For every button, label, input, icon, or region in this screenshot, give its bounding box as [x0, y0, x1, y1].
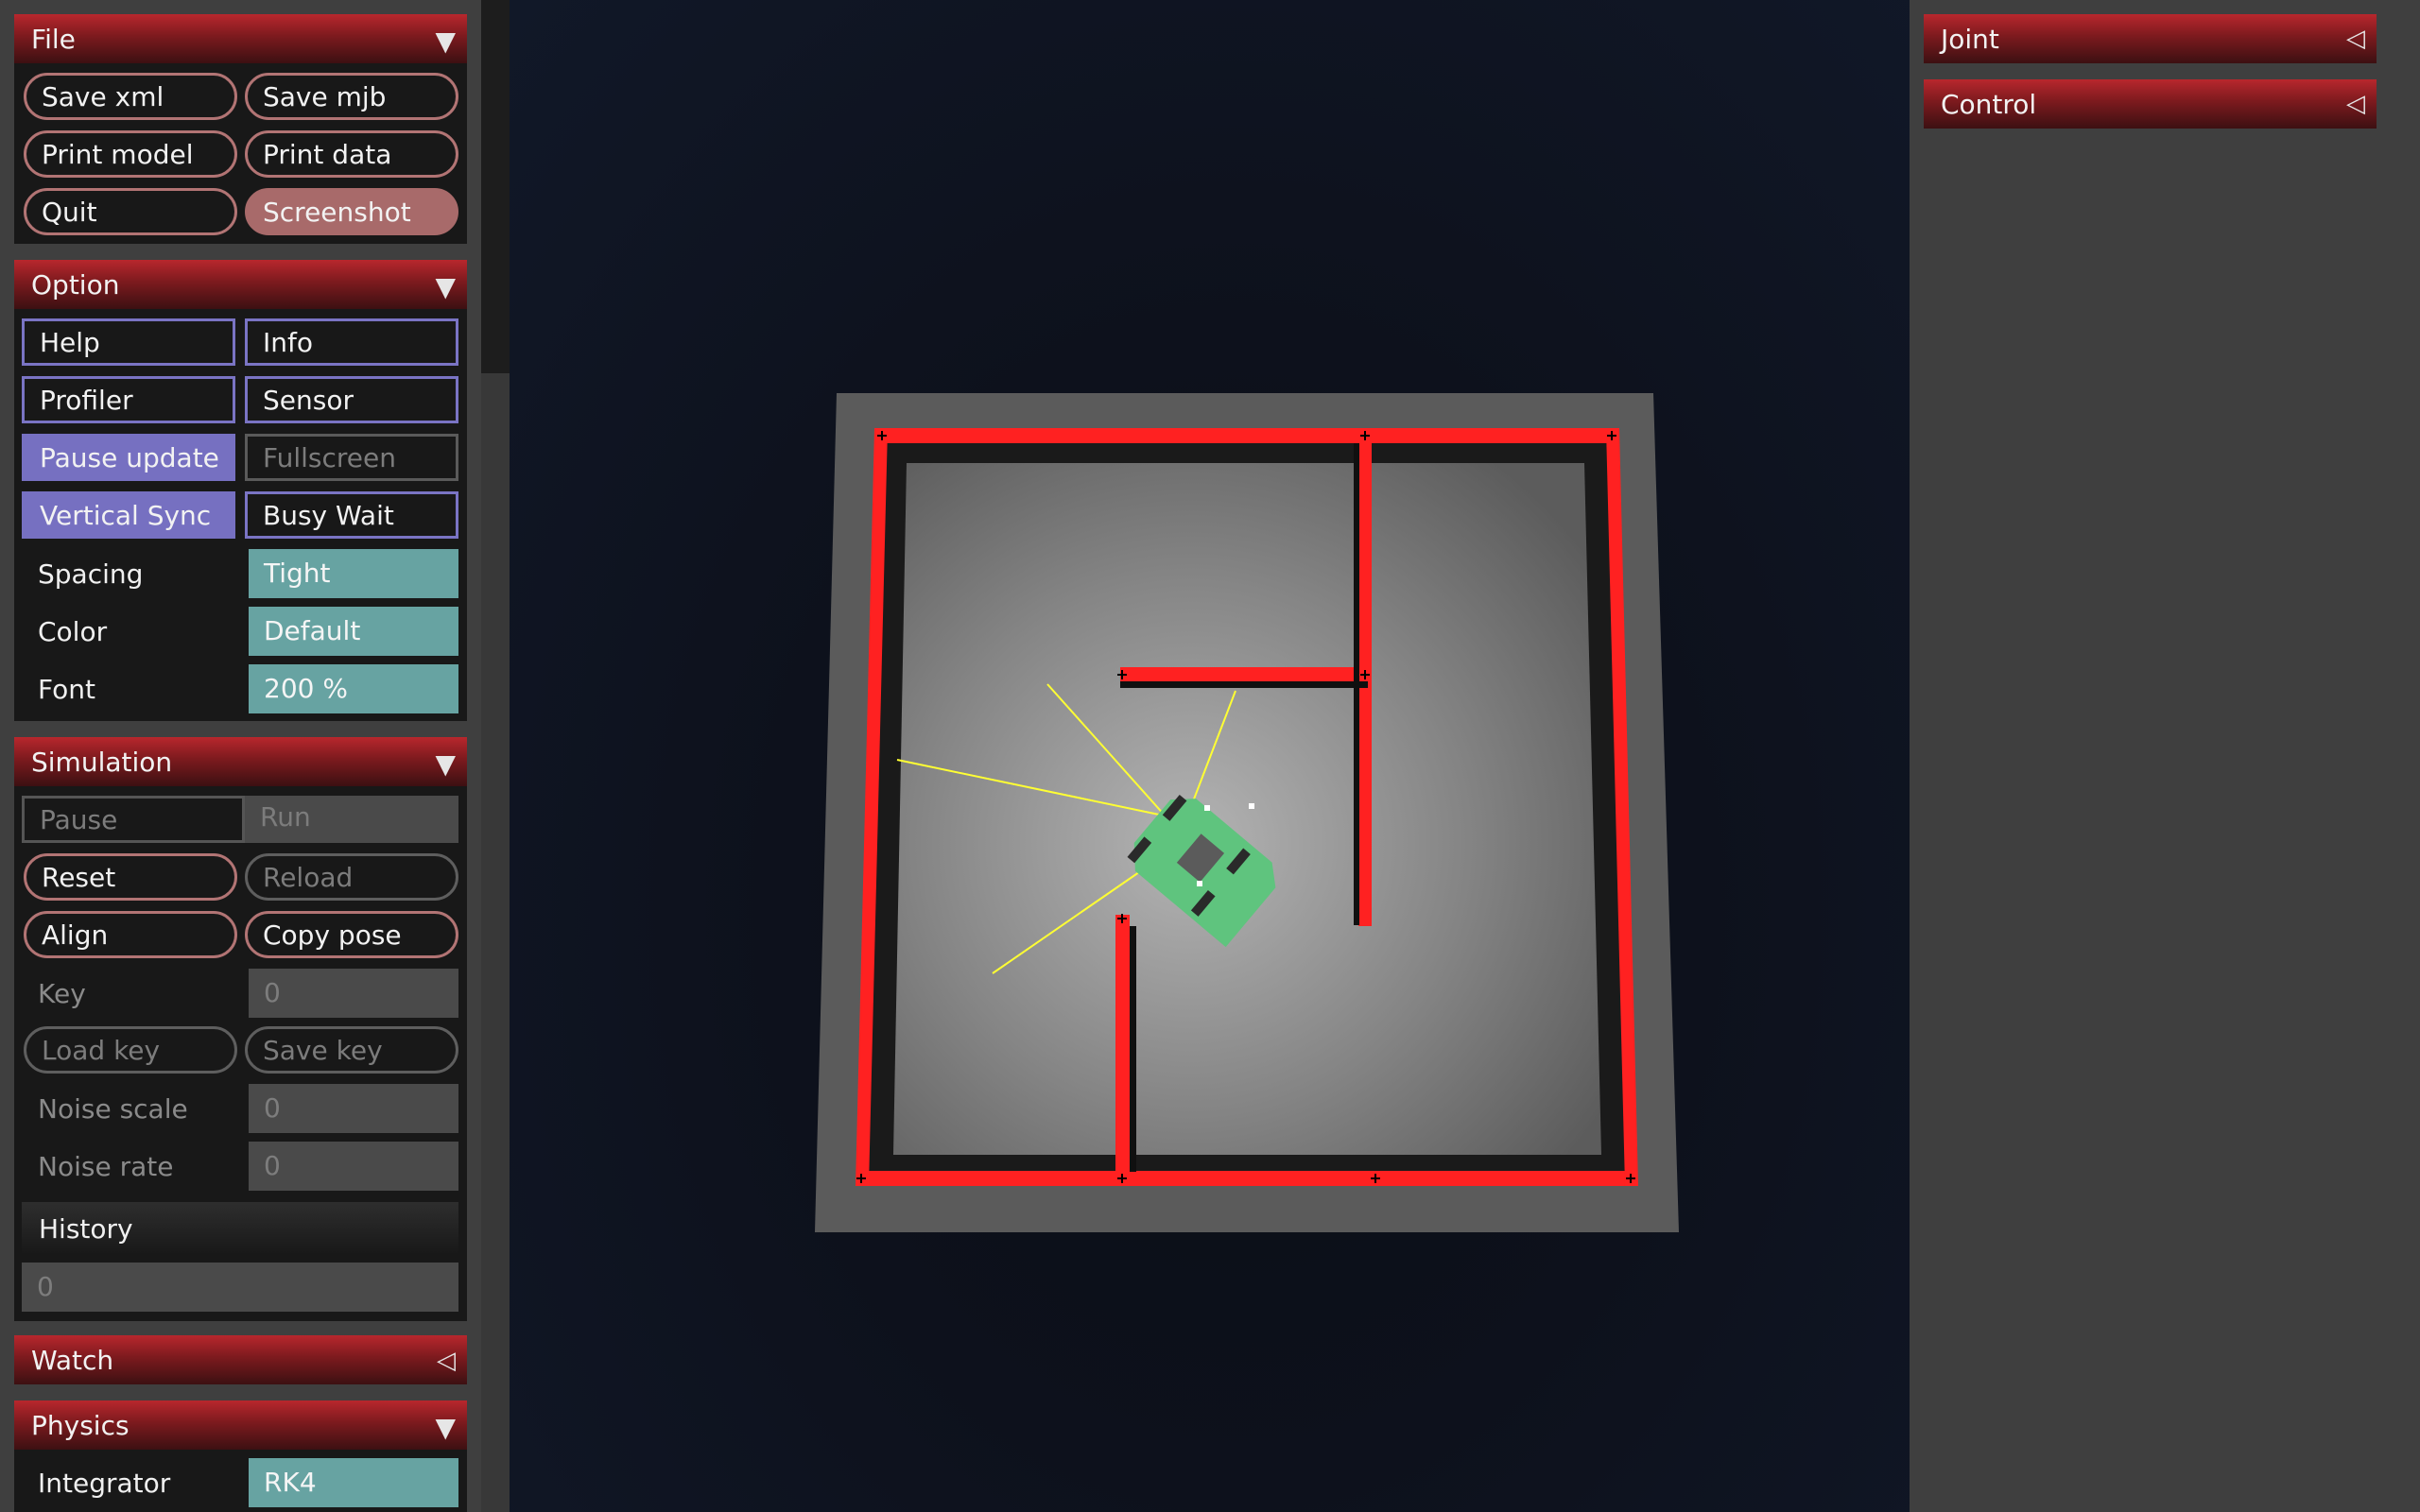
noise-scale-field[interactable]: 0	[249, 1084, 458, 1133]
align-button[interactable]: Align	[24, 911, 237, 958]
save-xml-button[interactable]: Save xml	[24, 73, 237, 120]
arena-floor	[893, 463, 1601, 1155]
triangle-down-icon: ▼	[435, 271, 456, 302]
simulation-viewport[interactable]	[510, 0, 1910, 1512]
font-select[interactable]: 200 %	[249, 664, 458, 713]
info-toggle[interactable]: Info	[245, 318, 458, 366]
print-model-button[interactable]: Print model	[24, 130, 237, 178]
print-data-button[interactable]: Print data	[245, 130, 458, 178]
triangle-down-icon: ▼	[435, 1412, 456, 1443]
busy-wait-toggle[interactable]: Busy Wait	[245, 491, 458, 539]
history-header: History	[22, 1202, 458, 1255]
control-section-header[interactable]: Control ◁	[1924, 79, 2377, 129]
help-toggle[interactable]: Help	[22, 318, 235, 366]
noise-rate-label: Noise rate	[38, 1151, 174, 1182]
scene-render	[815, 393, 1679, 1232]
screenshot-button[interactable]: Screenshot	[245, 188, 458, 235]
spacing-label: Spacing	[38, 558, 144, 590]
triangle-left-icon: ◁	[2346, 25, 2365, 53]
file-section: File ▼ Save xml Save mjb Print model Pri…	[14, 14, 467, 244]
file-section-header[interactable]: File ▼	[14, 14, 467, 63]
file-section-title: File	[31, 24, 76, 55]
simulation-section: Simulation ▼ Pause Run Reset Reload Alig…	[14, 737, 467, 1321]
color-select[interactable]: Default	[249, 607, 458, 656]
noise-scale-label: Noise scale	[38, 1093, 188, 1125]
simulation-section-title: Simulation	[31, 747, 173, 778]
physics-section: Physics ▼ Integrator RK4	[14, 1400, 467, 1512]
save-key-button[interactable]: Save key	[245, 1026, 458, 1074]
pause-radio[interactable]: Pause	[22, 796, 245, 843]
font-label: Font	[38, 674, 95, 705]
noise-rate-field[interactable]: 0	[249, 1142, 458, 1191]
triangle-left-icon: ◁	[2346, 90, 2365, 118]
physics-section-header[interactable]: Physics ▼	[14, 1400, 467, 1450]
watch-section-header[interactable]: Watch ◁	[14, 1335, 467, 1384]
history-slider[interactable]: 0	[22, 1263, 458, 1312]
wall-bottom	[859, 1171, 1633, 1186]
pause-update-toggle[interactable]: Pause update	[22, 434, 235, 481]
joint-section-header[interactable]: Joint ◁	[1924, 14, 2377, 63]
triangle-down-icon: ▼	[435, 748, 456, 780]
key-slider[interactable]: 0	[249, 969, 458, 1018]
save-mjb-button[interactable]: Save mjb	[245, 73, 458, 120]
control-section-title: Control	[1941, 89, 2037, 120]
run-radio[interactable]: Run	[245, 796, 458, 843]
joint-section-title: Joint	[1941, 24, 1999, 55]
triangle-left-icon: ◁	[437, 1347, 456, 1375]
simulation-section-header[interactable]: Simulation ▼	[14, 737, 467, 786]
triangle-down-icon: ▼	[435, 26, 456, 57]
fullscreen-toggle[interactable]: Fullscreen	[245, 434, 458, 481]
quit-button[interactable]: Quit	[24, 188, 237, 235]
watch-section-title: Watch	[31, 1345, 114, 1376]
left-ui-panel: File ▼ Save xml Save mjb Print model Pri…	[0, 0, 510, 1512]
option-section: Option ▼ Help Info Profiler Sensor Pause…	[14, 260, 467, 721]
option-section-title: Option	[31, 269, 120, 301]
reset-button[interactable]: Reset	[24, 853, 237, 901]
physics-section-title: Physics	[31, 1410, 130, 1441]
spacing-select[interactable]: Tight	[249, 549, 458, 598]
right-ui-panel: Joint ◁ Control ◁	[1910, 0, 2420, 1512]
integrator-label: Integrator	[38, 1468, 171, 1499]
reload-button[interactable]: Reload	[245, 853, 458, 901]
history-label: History	[39, 1213, 133, 1245]
integrator-select[interactable]: RK4	[249, 1458, 458, 1507]
profiler-toggle[interactable]: Profiler	[22, 376, 235, 423]
color-label: Color	[38, 616, 108, 647]
vertical-sync-toggle[interactable]: Vertical Sync	[22, 491, 235, 539]
key-label: Key	[38, 978, 86, 1009]
sensor-toggle[interactable]: Sensor	[245, 376, 458, 423]
left-panel-scrollbar-thumb[interactable]	[481, 0, 510, 373]
wall-top	[879, 428, 1611, 443]
wall-inner-vertical-bottom	[1115, 915, 1130, 1181]
wall-inner-horizontal	[1120, 667, 1370, 681]
watch-section: Watch ◁	[14, 1335, 467, 1384]
option-section-header[interactable]: Option ▼	[14, 260, 467, 309]
load-key-button[interactable]: Load key	[24, 1026, 237, 1074]
copy-pose-button[interactable]: Copy pose	[245, 911, 458, 958]
